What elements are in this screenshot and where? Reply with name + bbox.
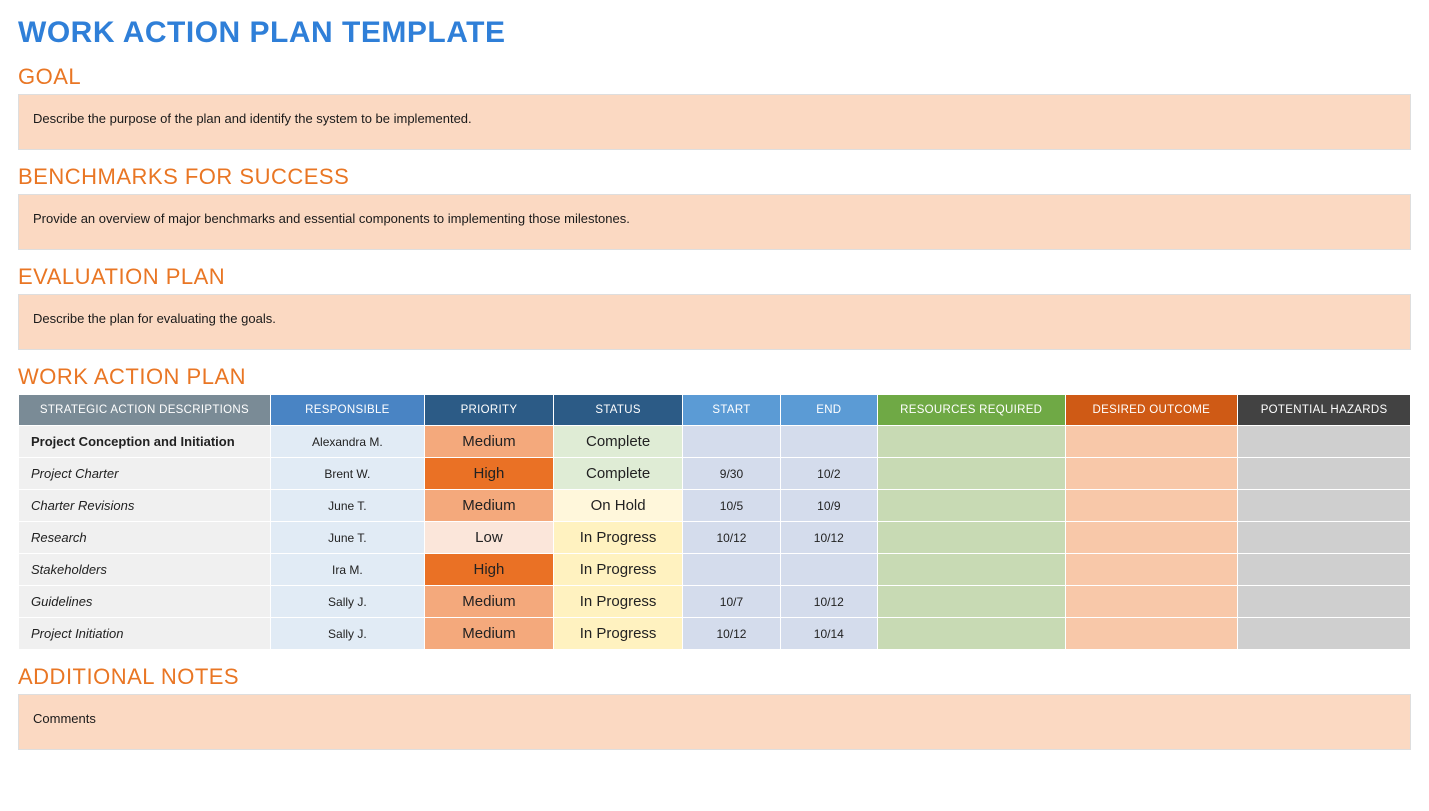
- cell-haz: [1238, 554, 1410, 585]
- cell-haz: [1238, 490, 1410, 521]
- cell-stat: In Progress: [554, 522, 682, 553]
- cell-haz: [1238, 522, 1410, 553]
- cell-resp: Alexandra M.: [271, 426, 424, 457]
- cell-prio: High: [425, 554, 553, 585]
- goal-text: Describe the purpose of the plan and ide…: [18, 94, 1411, 150]
- cell-prio: Medium: [425, 618, 553, 649]
- cell-resp: June T.: [271, 490, 424, 521]
- table-row: ResearchJune T.LowIn Progress10/1210/12: [19, 522, 1410, 553]
- cell-res: [878, 458, 1065, 489]
- header-out: DESIRED OUTCOME: [1066, 395, 1238, 425]
- cell-out: [1066, 426, 1238, 457]
- cell-start: [683, 426, 779, 457]
- cell-out: [1066, 522, 1238, 553]
- header-prio: PRIORITY: [425, 395, 553, 425]
- cell-out: [1066, 458, 1238, 489]
- cell-end: 10/12: [781, 522, 877, 553]
- notes-text: Comments: [18, 694, 1411, 750]
- cell-resp: Brent W.: [271, 458, 424, 489]
- cell-resp: Sally J.: [271, 618, 424, 649]
- cell-out: [1066, 554, 1238, 585]
- cell-start: 10/7: [683, 586, 779, 617]
- cell-start: [683, 554, 779, 585]
- header-stat: STATUS: [554, 395, 682, 425]
- table-row: GuidelinesSally J.MediumIn Progress10/71…: [19, 586, 1410, 617]
- table-row: Project Conception and InitiationAlexand…: [19, 426, 1410, 457]
- cell-prio: High: [425, 458, 553, 489]
- cell-end: [781, 554, 877, 585]
- notes-heading: ADDITIONAL NOTES: [18, 664, 1411, 690]
- cell-resp: June T.: [271, 522, 424, 553]
- evaluation-heading: EVALUATION PLAN: [18, 264, 1411, 290]
- cell-res: [878, 490, 1065, 521]
- cell-desc: Charter Revisions: [19, 490, 270, 521]
- cell-out: [1066, 490, 1238, 521]
- workplan-table: STRATEGIC ACTION DESCRIPTIONS RESPONSIBL…: [18, 394, 1411, 650]
- table-row: Charter RevisionsJune T.MediumOn Hold10/…: [19, 490, 1410, 521]
- cell-prio: Medium: [425, 586, 553, 617]
- cell-end: 10/14: [781, 618, 877, 649]
- cell-start: 10/12: [683, 618, 779, 649]
- cell-out: [1066, 618, 1238, 649]
- cell-stat: In Progress: [554, 554, 682, 585]
- cell-haz: [1238, 458, 1410, 489]
- table-row: Project CharterBrent W.HighComplete9/301…: [19, 458, 1410, 489]
- header-desc: STRATEGIC ACTION DESCRIPTIONS: [19, 395, 270, 425]
- cell-desc: Project Initiation: [19, 618, 270, 649]
- cell-desc: Project Charter: [19, 458, 270, 489]
- cell-res: [878, 522, 1065, 553]
- header-start: START: [683, 395, 779, 425]
- cell-start: 10/5: [683, 490, 779, 521]
- cell-desc: Project Conception and Initiation: [19, 426, 270, 457]
- cell-stat: Complete: [554, 426, 682, 457]
- header-end: END: [781, 395, 877, 425]
- cell-stat: Complete: [554, 458, 682, 489]
- cell-desc: Guidelines: [19, 586, 270, 617]
- benchmarks-heading: BENCHMARKS FOR SUCCESS: [18, 164, 1411, 190]
- cell-end: 10/12: [781, 586, 877, 617]
- cell-start: 10/12: [683, 522, 779, 553]
- cell-desc: Research: [19, 522, 270, 553]
- cell-resp: Sally J.: [271, 586, 424, 617]
- cell-end: 10/2: [781, 458, 877, 489]
- cell-end: 10/9: [781, 490, 877, 521]
- cell-stat: On Hold: [554, 490, 682, 521]
- cell-start: 9/30: [683, 458, 779, 489]
- cell-prio: Medium: [425, 426, 553, 457]
- cell-out: [1066, 586, 1238, 617]
- cell-haz: [1238, 618, 1410, 649]
- cell-haz: [1238, 426, 1410, 457]
- goal-heading: GOAL: [18, 64, 1411, 90]
- cell-res: [878, 426, 1065, 457]
- header-res: RESOURCES REQUIRED: [878, 395, 1065, 425]
- cell-stat: In Progress: [554, 618, 682, 649]
- cell-res: [878, 618, 1065, 649]
- cell-prio: Medium: [425, 490, 553, 521]
- cell-res: [878, 586, 1065, 617]
- table-row: Project InitiationSally J.MediumIn Progr…: [19, 618, 1410, 649]
- workplan-heading: WORK ACTION PLAN: [18, 364, 1411, 390]
- cell-end: [781, 426, 877, 457]
- table-header-row: STRATEGIC ACTION DESCRIPTIONS RESPONSIBL…: [19, 395, 1410, 425]
- benchmarks-text: Provide an overview of major benchmarks …: [18, 194, 1411, 250]
- header-haz: POTENTIAL HAZARDS: [1238, 395, 1410, 425]
- page-title: WORK ACTION PLAN TEMPLATE: [18, 16, 1411, 50]
- evaluation-text: Describe the plan for evaluating the goa…: [18, 294, 1411, 350]
- cell-desc: Stakeholders: [19, 554, 270, 585]
- table-row: StakeholdersIra M.HighIn Progress: [19, 554, 1410, 585]
- cell-haz: [1238, 586, 1410, 617]
- cell-prio: Low: [425, 522, 553, 553]
- header-resp: RESPONSIBLE: [271, 395, 424, 425]
- cell-resp: Ira M.: [271, 554, 424, 585]
- cell-res: [878, 554, 1065, 585]
- cell-stat: In Progress: [554, 586, 682, 617]
